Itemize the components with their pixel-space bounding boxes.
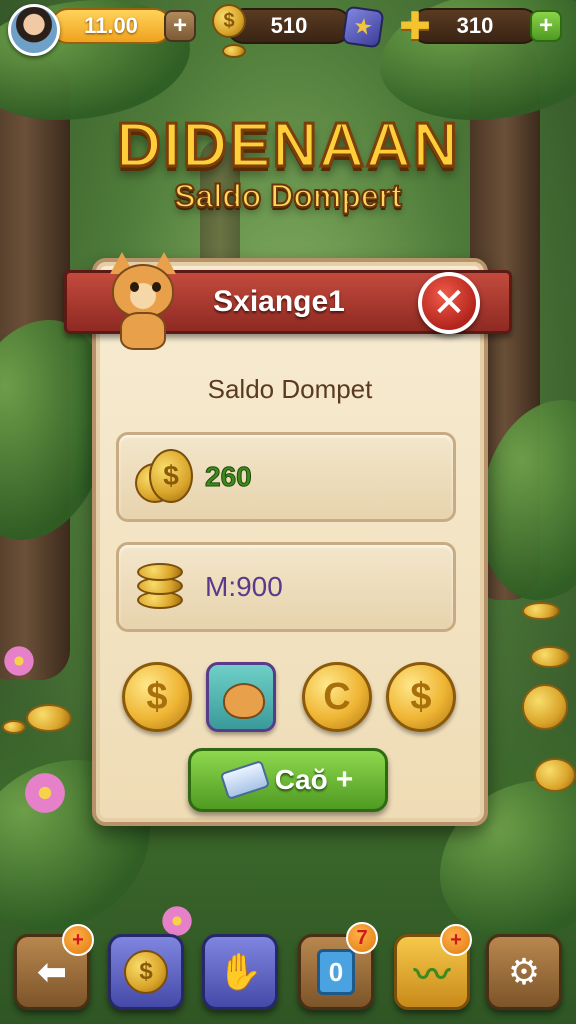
player-avatar[interactable] [8, 4, 60, 56]
cat-mascot-icon [98, 252, 194, 356]
gem-box-icon[interactable]: ★ [341, 5, 385, 49]
balance-value: M:900 [205, 571, 283, 602]
c-coin-button[interactable]: C [302, 662, 372, 732]
coin-icon: $ [212, 4, 246, 38]
claim-button-label: Caŏ [274, 764, 328, 795]
level-value: 11.00 [50, 8, 172, 44]
close-button[interactable]: ✕ [418, 272, 480, 334]
coin-star-button[interactable]: $ [108, 934, 184, 1010]
cross-token-icon: ✚ [399, 4, 431, 48]
dollar-coin-button[interactable]: $ [386, 662, 456, 732]
level-plus-button[interactable]: + [164, 10, 196, 42]
coin-stack-icon [137, 563, 183, 581]
dollar-coin-button[interactable]: $ [122, 662, 192, 732]
glove-button[interactable]: ✋ [202, 934, 278, 1010]
balance-row: $ 260 [116, 432, 456, 522]
plus-badge: + [440, 924, 472, 956]
page-title: DIDENAAN [115, 110, 460, 182]
plus-badge: + [62, 924, 94, 956]
count-badge: 7 [346, 922, 378, 954]
top-bar: 11.00 + 510 $ ★ 310 ✚ + [0, 0, 576, 58]
page-subtitle: Saldo Dompert [173, 177, 403, 215]
section-label: Saldo Dompet [207, 374, 373, 404]
cat-card-button[interactable] [206, 662, 276, 732]
coin-star-icon: $ [124, 950, 168, 994]
gold-coins-icon: $ [149, 449, 193, 503]
balance-value: 260 [205, 461, 253, 493]
card-icon: 0 [317, 949, 355, 995]
small-coin-icon [222, 44, 246, 58]
cat-face-icon [223, 683, 265, 719]
ticket-icon [219, 759, 271, 801]
settings-button[interactable]: ⚙ [486, 934, 562, 1010]
plus-icon: + [335, 763, 354, 796]
gems-plus-button[interactable]: + [530, 10, 562, 42]
claim-button[interactable]: Caŏ + [188, 748, 388, 812]
balance-row: M:900 [116, 542, 456, 632]
